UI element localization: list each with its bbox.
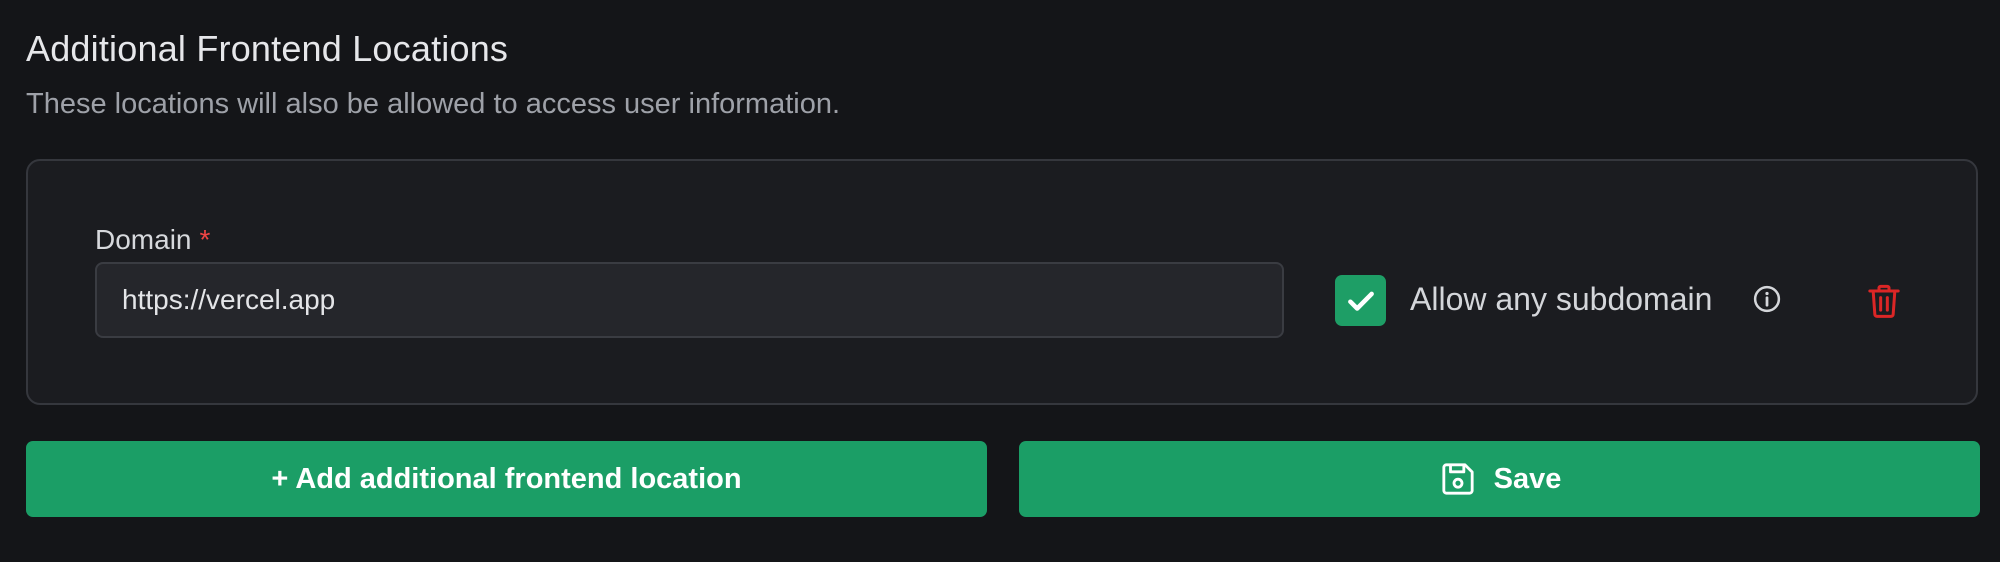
delete-location-button[interactable] (1864, 280, 1904, 322)
section-title: Additional Frontend Locations (26, 28, 509, 69)
save-button-label: Save (1493, 462, 1562, 495)
add-button-label: + Add additional frontend location (271, 462, 742, 495)
add-frontend-location-button[interactable]: + Add additional frontend location (26, 441, 987, 517)
section-subtitle: These locations will also be allowed to … (26, 88, 841, 120)
allow-subdomain-checkbox[interactable] (1335, 275, 1386, 326)
allow-subdomain-label[interactable]: Allow any subdomain (1410, 281, 1712, 318)
required-asterisk: * (199, 224, 211, 255)
save-button[interactable]: Save (1019, 441, 1980, 517)
check-icon (1347, 291, 1374, 311)
domain-label: Domain * (95, 224, 210, 256)
frontend-locations-panel: Additional Frontend Locations These loca… (0, 0, 2000, 562)
floppy-disk-icon (1438, 459, 1478, 499)
info-icon[interactable] (1752, 284, 1782, 314)
domain-input[interactable] (95, 262, 1284, 338)
domain-label-text: Domain (95, 224, 192, 255)
trash-icon (1868, 284, 1900, 318)
